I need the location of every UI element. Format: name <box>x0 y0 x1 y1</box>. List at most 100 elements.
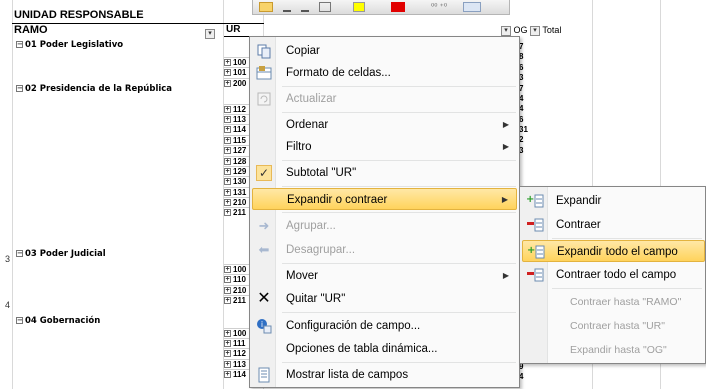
collapse-all-icon <box>526 267 544 283</box>
menu-item-filtro[interactable]: Filtro ▶ <box>252 136 517 158</box>
menu-item-configuracion-campo[interactable]: i Configuración de campo... <box>252 315 517 337</box>
menu-separator <box>282 112 516 113</box>
submenu-item-expandir[interactable]: + Expandir <box>522 190 705 212</box>
svg-text:i: i <box>261 320 263 329</box>
menu-item-mostrar-lista[interactable]: Mostrar lista de campos <box>252 364 517 386</box>
collapse-icon[interactable]: − <box>16 85 23 92</box>
submenu-arrow-icon: ▶ <box>502 271 509 280</box>
collapse-icon[interactable]: − <box>16 41 23 48</box>
field-list-icon <box>256 367 272 383</box>
expand-icon[interactable]: + <box>224 209 231 217</box>
expand-icon[interactable]: + <box>224 199 231 207</box>
menu-separator <box>282 212 516 213</box>
menu-item-copiar[interactable]: Copiar <box>252 40 517 62</box>
menu-separator <box>282 186 516 187</box>
fill-color-icon[interactable] <box>353 2 365 12</box>
menu-item-quitar[interactable]: ✕ Quitar "UR" <box>252 288 517 310</box>
menu-item-formato-celdas[interactable]: Formato de celdas... <box>252 62 517 84</box>
total-filter-dropdown[interactable]: ▾ <box>530 25 541 36</box>
header-unidad-responsable: UNIDAD RESPONSABLE <box>14 9 144 21</box>
menu-item-subtotal[interactable]: ✓ Subtotal "UR" <box>252 162 517 184</box>
remove-x-icon: ✕ <box>257 290 271 307</box>
total-cell[interactable]: 31 <box>519 125 528 135</box>
expand-icon[interactable]: + <box>224 116 231 124</box>
header-ur: UR <box>226 24 241 35</box>
submenu-arrow-icon: ▶ <box>501 195 508 204</box>
number-format-icon[interactable]: ⁰⁰ ⁺⁰ <box>431 2 457 12</box>
toolbar-button-icon[interactable] <box>283 2 291 12</box>
expand-icon[interactable]: + <box>224 59 231 67</box>
expand-icon[interactable]: + <box>224 168 231 176</box>
menu-separator <box>282 160 516 161</box>
expand-icon[interactable]: + <box>224 137 231 145</box>
menu-item-mover[interactable]: Mover ▶ <box>252 265 517 287</box>
submenu-arrow-icon: ▶ <box>502 120 509 129</box>
submenu-item-expandir-todo[interactable]: + Expandir todo el campo <box>522 240 705 262</box>
copy-icon <box>256 43 272 59</box>
context-menu: Copiar Formato de celdas... Actualizar O… <box>249 36 520 388</box>
expand-icon[interactable]: + <box>224 126 231 134</box>
og-header: ▾ OG ▾ Total <box>501 25 561 36</box>
svg-text:+: + <box>526 194 534 205</box>
menu-item-desagrupar[interactable]: ⬅ Desagrupar... <box>252 239 517 261</box>
menu-item-expandir-contraer[interactable]: Expandir o contraer ▶ <box>252 188 517 210</box>
expand-icon[interactable]: + <box>224 297 231 305</box>
header-ramo: RAMO <box>14 24 48 36</box>
expand-icon[interactable]: + <box>224 69 231 77</box>
ramo-item[interactable]: −01 Poder Legislativo <box>16 40 123 50</box>
menu-separator <box>552 288 702 289</box>
submenu-item-contraer-todo[interactable]: Contraer todo el campo <box>522 264 705 286</box>
expand-icon[interactable]: + <box>224 266 231 274</box>
checkmark-icon: ✓ <box>256 165 272 181</box>
menu-separator <box>282 312 516 313</box>
expand-icon[interactable]: + <box>224 178 231 186</box>
expand-icon[interactable]: + <box>224 158 231 166</box>
toolbar-button-icon[interactable] <box>301 2 309 12</box>
font-color-icon[interactable] <box>391 2 405 12</box>
toolbar-button-icon[interactable] <box>259 2 273 12</box>
collapse-icon <box>526 217 544 233</box>
ramo-item[interactable]: −04 Gobernación <box>16 316 100 326</box>
mini-toolbar: ⁰⁰ ⁺⁰ <box>252 0 510 15</box>
expand-icon[interactable]: + <box>224 80 231 88</box>
og-filter-dropdown[interactable]: ▾ <box>501 25 511 36</box>
field-settings-icon: i <box>256 318 272 334</box>
header-og: OG <box>513 25 528 35</box>
submenu-item-contraer[interactable]: Contraer <box>522 214 705 236</box>
expand-all-icon: + <box>527 244 545 260</box>
expand-icon[interactable]: + <box>224 276 231 284</box>
row-number: 4 <box>4 300 10 310</box>
ramo-filter-dropdown[interactable]: ▾ <box>205 25 215 43</box>
ungroup-icon: ⬅ <box>258 242 270 257</box>
submenu-item-contraer-ramo[interactable]: Contraer hasta "RAMO" <box>522 291 705 313</box>
menu-item-actualizar[interactable]: Actualizar <box>252 88 517 110</box>
menu-item-ordenar[interactable]: Ordenar ▶ <box>252 114 517 136</box>
expand-icon[interactable]: + <box>224 350 231 358</box>
expand-icon[interactable]: + <box>224 189 231 197</box>
expand-icon[interactable]: + <box>224 361 231 369</box>
borders-icon[interactable] <box>319 2 331 12</box>
menu-item-opciones-tabla[interactable]: Opciones de tabla dinámica... <box>252 338 517 360</box>
refresh-icon <box>256 91 272 107</box>
expand-icon[interactable]: + <box>224 340 231 348</box>
format-painter-icon[interactable] <box>463 2 481 12</box>
ramo-item[interactable]: −03 Poder Judicial <box>16 249 106 259</box>
collapse-icon[interactable]: − <box>16 317 23 324</box>
collapse-icon[interactable]: − <box>16 250 23 257</box>
svg-text:+: + <box>527 245 535 256</box>
expand-icon[interactable]: + <box>224 147 231 155</box>
row-number: 3 <box>4 254 10 264</box>
menu-separator <box>282 362 516 363</box>
expand-collapse-submenu: + Expandir Contraer + Expandir todo el c… <box>519 186 706 364</box>
ramo-item[interactable]: −02 Presidencia de la República <box>16 84 172 94</box>
expand-icon[interactable]: + <box>224 371 231 379</box>
expand-icon[interactable]: + <box>224 287 231 295</box>
header-total: Total <box>542 25 562 35</box>
expand-icon[interactable]: + <box>224 330 231 338</box>
menu-item-agrupar[interactable]: ➜ Agrupar... <box>252 215 517 237</box>
expand-icon[interactable]: + <box>224 106 231 114</box>
group-icon: ➜ <box>258 218 270 233</box>
submenu-item-expandir-og[interactable]: Expandir hasta "OG" <box>522 339 705 361</box>
menu-separator <box>282 263 516 264</box>
submenu-item-contraer-ur[interactable]: Contraer hasta "UR" <box>522 315 705 337</box>
